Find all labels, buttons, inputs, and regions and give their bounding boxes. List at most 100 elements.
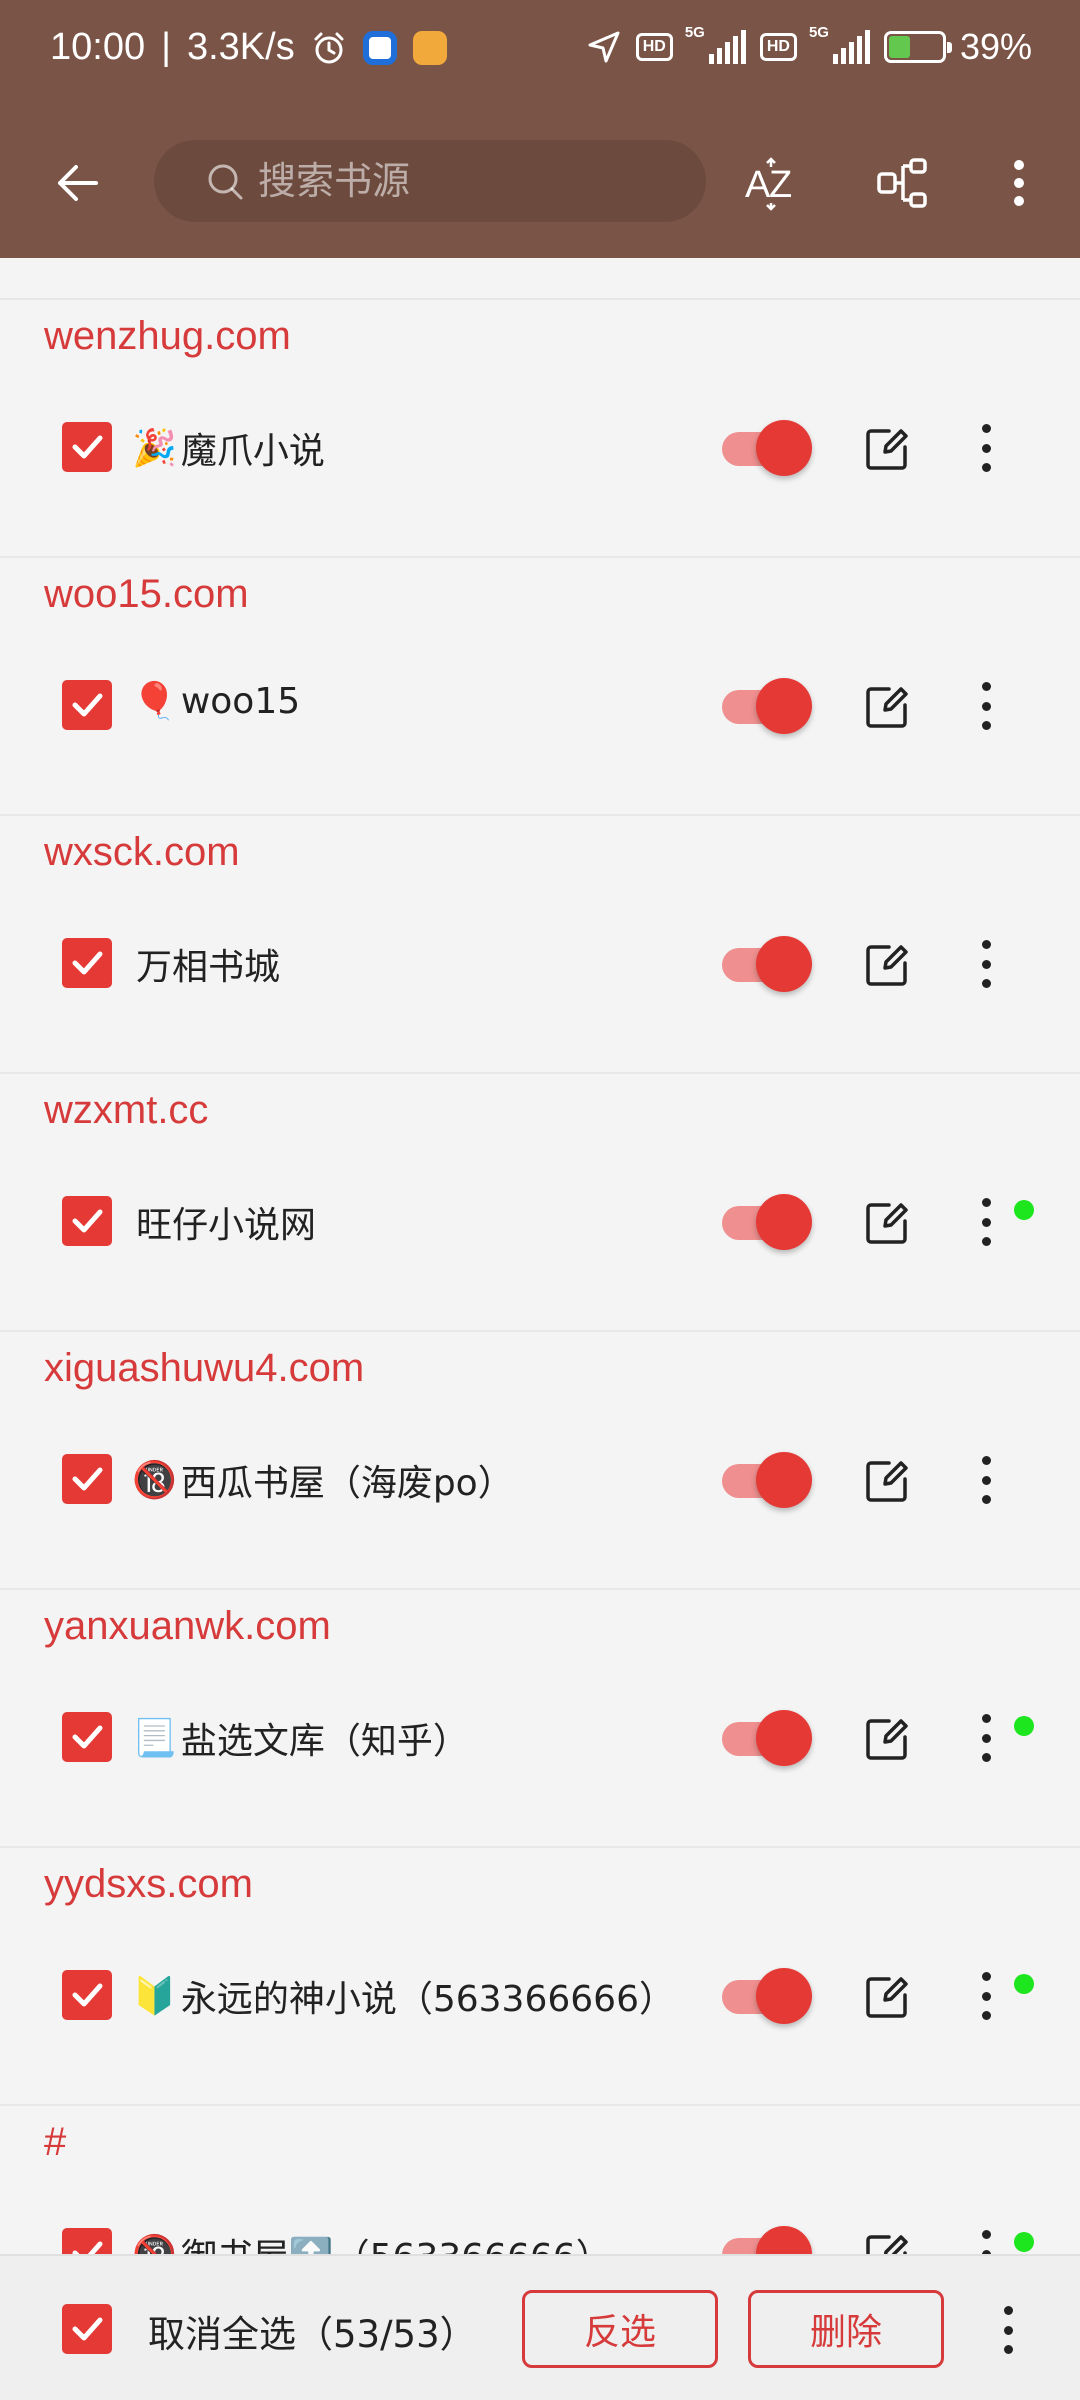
edit-button[interactable]	[860, 1196, 914, 1250]
source-row[interactable]: 旺仔小说网	[0, 1156, 1080, 1286]
back-button[interactable]	[40, 146, 114, 220]
source-row[interactable]: 📃 盐选文库（知乎）	[0, 1672, 1080, 1802]
enable-switch[interactable]	[722, 1710, 812, 1766]
source-more-button[interactable]	[962, 418, 1010, 478]
edit-button[interactable]	[860, 680, 914, 734]
group-button[interactable]	[866, 146, 940, 220]
overflow-menu-button[interactable]	[982, 146, 1056, 220]
switch-thumb	[756, 1710, 812, 1766]
source-group: yanxuanwk.com 📃 盐选文库（知乎）	[0, 1590, 1080, 1848]
check-icon	[72, 1209, 103, 1233]
notes-app-icon	[412, 30, 447, 65]
invert-selection-button[interactable]: 反选	[522, 2290, 718, 2368]
group-title: wzxmt.cc	[44, 1088, 209, 1132]
source-label: 🔰 永远的神小说（563366666）	[132, 1970, 675, 2022]
edit-button[interactable]	[860, 1970, 914, 2024]
signal-icon-1: 5G	[685, 24, 746, 64]
svg-text:A: A	[745, 164, 771, 206]
source-group: wzxmt.cc 旺仔小说网	[0, 1074, 1080, 1332]
source-more-button[interactable]	[962, 1966, 1010, 2026]
enable-switch[interactable]	[722, 936, 812, 992]
status-bar: 10:00 | 3.3K/s HD 5G HD 5G 39%	[0, 0, 1080, 100]
enable-switch[interactable]	[722, 1452, 812, 1508]
check-icon	[72, 693, 103, 717]
source-checkbox[interactable]	[62, 680, 112, 730]
enable-switch[interactable]	[722, 1194, 812, 1250]
alarm-icon	[314, 32, 344, 63]
source-name: 魔爪小说	[180, 431, 325, 472]
browser-app-icon	[362, 30, 397, 65]
check-icon	[72, 435, 103, 459]
source-more-button[interactable]	[962, 1450, 1010, 1510]
hierarchy-icon	[877, 158, 927, 208]
edit-button[interactable]	[860, 1712, 914, 1766]
online-status-dot	[1014, 1200, 1034, 1220]
status-left: 10:00 | 3.3K/s	[50, 26, 447, 69]
online-status-dot	[1014, 2232, 1034, 2252]
source-name: 盐选文库（知乎）	[180, 1721, 469, 1762]
source-checkbox[interactable]	[62, 1454, 112, 1504]
source-checkbox[interactable]	[62, 1712, 112, 1762]
switch-thumb	[756, 420, 812, 476]
check-icon	[72, 1983, 103, 2007]
source-row[interactable]: 🎈 woo15	[0, 640, 1080, 770]
group-title: yydsxs.com	[44, 1862, 253, 1906]
group-title: woo15.com	[44, 572, 249, 616]
arrow-left-icon	[58, 165, 98, 201]
edit-icon	[866, 1977, 908, 2018]
online-status-dot	[1014, 1974, 1034, 1994]
bottom-more-button[interactable]	[984, 2300, 1032, 2360]
source-row[interactable]: 🔞 西瓜书屋（海废po）	[0, 1414, 1080, 1544]
source-more-button[interactable]	[962, 676, 1010, 736]
search-box[interactable]	[154, 140, 706, 222]
battery-fill	[888, 36, 910, 58]
source-checkbox[interactable]	[62, 422, 112, 472]
source-more-button[interactable]	[962, 1708, 1010, 1768]
source-row[interactable]: 🔰 永远的神小说（563366666）	[0, 1930, 1080, 2060]
edit-button[interactable]	[860, 1454, 914, 1508]
battery-percent: 39%	[959, 26, 1032, 67]
source-checkbox[interactable]	[62, 1196, 112, 1246]
source-group: yydsxs.com 🔰 永远的神小说（563366666）	[0, 1848, 1080, 2106]
source-row[interactable]: 🎉 魔爪小说	[0, 382, 1080, 512]
source-label: 旺仔小说网	[132, 1196, 316, 1248]
clock: 10:00	[50, 26, 146, 68]
switch-thumb	[756, 678, 812, 734]
app-bar: A Z	[0, 118, 1080, 248]
svg-text:Z: Z	[769, 164, 792, 206]
source-label: 万相书城	[132, 938, 280, 990]
switch-thumb	[756, 1194, 812, 1250]
group-title: yanxuanwk.com	[44, 1604, 331, 1648]
network-speed: 3.3K/s	[186, 26, 295, 68]
bottom-action-bar: 取消全选（53/53） 反选 删除	[0, 2254, 1080, 2400]
switch-thumb	[756, 1968, 812, 2024]
signal-icon-2: 5G	[809, 24, 870, 64]
enable-switch[interactable]	[722, 420, 812, 476]
switch-thumb	[756, 1452, 812, 1508]
source-emoji: 🔞	[132, 1460, 177, 1501]
source-emoji: 🎉	[132, 428, 177, 469]
source-more-button[interactable]	[962, 1192, 1010, 1252]
edit-button[interactable]	[860, 422, 914, 476]
check-icon	[72, 2317, 103, 2341]
sort-button[interactable]: A Z	[734, 146, 808, 220]
search-input[interactable]	[258, 140, 678, 222]
select-all-checkbox[interactable]	[62, 2304, 112, 2354]
location-arrow-icon	[588, 31, 620, 63]
source-checkbox[interactable]	[62, 938, 112, 988]
sort-az-icon: A Z	[745, 157, 792, 211]
select-all-label[interactable]: 取消全选（53/53）	[148, 2304, 477, 2358]
enable-switch[interactable]	[722, 1968, 812, 2024]
group-title: #	[44, 2120, 67, 2164]
search-icon	[208, 164, 243, 200]
edit-icon	[866, 1203, 908, 1244]
status-right: HD 5G HD 5G 39%	[586, 24, 1032, 68]
source-name: 旺仔小说网	[136, 1205, 317, 1246]
edit-button[interactable]	[860, 938, 914, 992]
delete-button[interactable]: 删除	[748, 2290, 944, 2368]
source-more-button[interactable]	[962, 934, 1010, 994]
enable-switch[interactable]	[722, 678, 812, 734]
source-checkbox[interactable]	[62, 1970, 112, 2020]
source-row[interactable]: 万相书城	[0, 898, 1080, 1028]
edit-icon	[866, 1719, 908, 1760]
